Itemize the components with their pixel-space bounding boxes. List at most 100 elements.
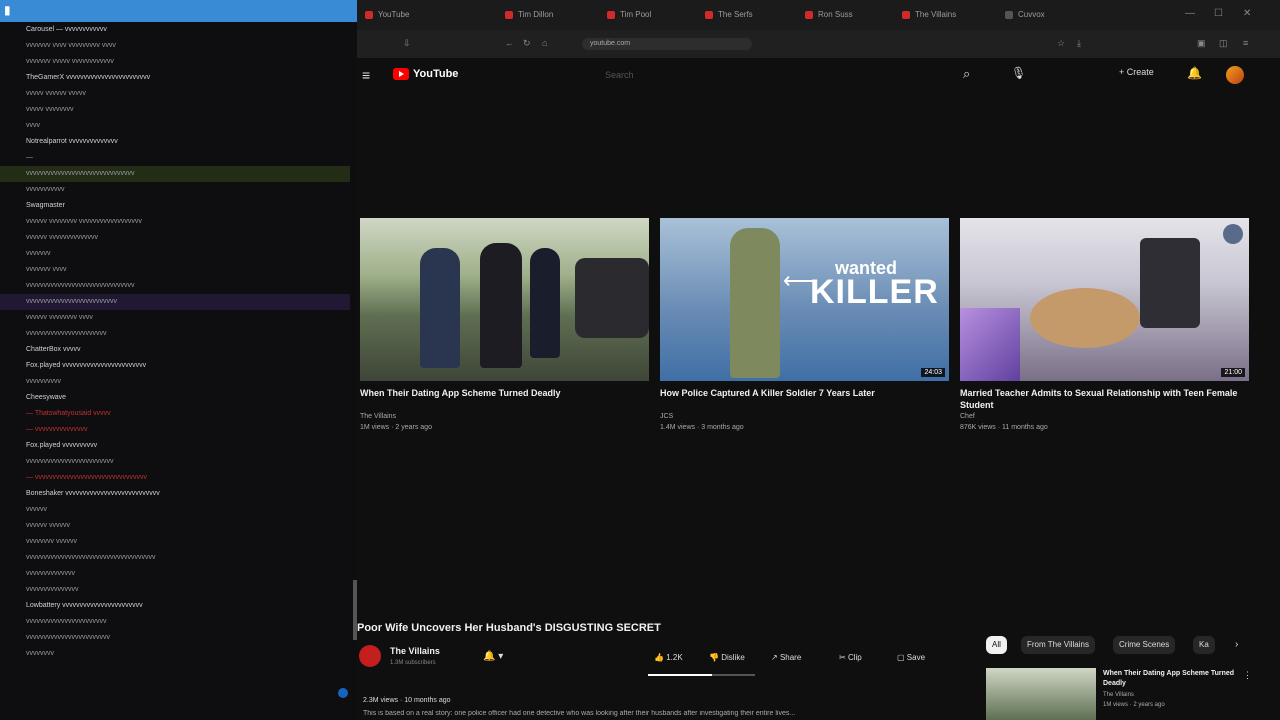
clip-label: Clip bbox=[847, 653, 862, 662]
like-button[interactable]: 👍 1.2K bbox=[654, 650, 683, 666]
end-screen-card[interactable]: ⟵ wanted KILLER 24:03 How Police Capture… bbox=[660, 218, 949, 433]
url-input[interactable]: youtube.com bbox=[582, 38, 752, 50]
chat-message: Boneshaker vvvvvvvvvvvvvvvvvvvvvvvvvvv bbox=[26, 490, 160, 497]
menu-icon[interactable]: ≡ bbox=[1243, 38, 1248, 48]
chat-message: vvvvvvvvvvvvvvvvvvvvvvvvvv bbox=[0, 294, 350, 310]
related-video-channel[interactable]: The Villains bbox=[1103, 692, 1134, 698]
download-icon[interactable]: ⤓ bbox=[1077, 38, 1081, 49]
description-text[interactable]: This is based on a real story: one polic… bbox=[363, 710, 963, 717]
video-thumbnail[interactable]: ⟵ wanted KILLER 24:03 bbox=[660, 218, 949, 381]
channel-name[interactable]: The Villains bbox=[390, 646, 440, 656]
card-meta: 876K views · 11 months ago bbox=[960, 424, 1048, 431]
youtube-logo-icon[interactable] bbox=[393, 68, 409, 80]
youtube-tab-icon bbox=[805, 10, 813, 19]
card-title[interactable]: How Police Captured A Killer Soldier 7 Y… bbox=[660, 387, 949, 411]
chat-message: TheGamerX vvvvvvvvvvvvvvvvvvvvvvvv bbox=[26, 74, 151, 81]
collections-icon[interactable]: ◫ bbox=[1219, 38, 1228, 49]
related-video-title[interactable]: When Their Dating App Scheme Turned Dead… bbox=[1103, 669, 1243, 689]
account-avatar[interactable] bbox=[1226, 66, 1244, 84]
chat-panel: ▮ Carousel — vvvvvvvvvvvv vvvvvvv vvvv vv… bbox=[0, 0, 357, 720]
extensions-icon[interactable]: ▣ bbox=[1197, 38, 1206, 49]
chat-message: vvvvvvvv vvvvvv bbox=[26, 538, 77, 545]
clip-icon: ✂ bbox=[839, 653, 846, 662]
tab-cuvvox[interactable]: Cuvvox bbox=[1005, 6, 1095, 24]
chat-message: vvvvvvvvvvvvvvvvvvvvvvv bbox=[26, 618, 107, 625]
subscribe-bell-icon[interactable]: 🔔 ▾ bbox=[483, 651, 503, 662]
tab-tim-pool[interactable]: Tim Pool bbox=[607, 6, 697, 24]
chat-message: vvvvvvvvvv bbox=[26, 378, 61, 385]
related-video-thumbnail[interactable] bbox=[986, 668, 1096, 720]
card-channel[interactable]: JCS bbox=[660, 411, 949, 422]
clip-button[interactable]: ✂ Clip bbox=[839, 650, 862, 666]
card-channel[interactable]: The Villains bbox=[360, 411, 649, 422]
tab-ron-suss[interactable]: Ron Suss bbox=[805, 6, 895, 24]
bookmark-icon[interactable]: ☆ bbox=[1057, 38, 1065, 49]
end-screen-card[interactable]: When Their Dating App Scheme Turned Dead… bbox=[360, 218, 649, 433]
chat-message: — bbox=[26, 154, 33, 161]
chip-all[interactable]: All bbox=[986, 636, 1007, 654]
end-screen-card[interactable]: 21:00 Married Teacher Admits to Sexual R… bbox=[960, 218, 1249, 433]
more-options-icon[interactable]: ⋮ bbox=[1243, 670, 1252, 681]
tab-the-villains[interactable]: The Villains bbox=[902, 6, 992, 24]
create-button[interactable]: + Create bbox=[1119, 67, 1154, 77]
notifications-bell-icon[interactable]: 🔔 bbox=[1187, 66, 1202, 80]
chat-message: vvvvvvvvvvvvvv bbox=[26, 570, 75, 577]
like-count: 1.2K bbox=[666, 653, 683, 662]
chat-message: vvvvvvv bbox=[26, 250, 51, 257]
tab-label: YouTube bbox=[378, 10, 410, 19]
share-button[interactable]: ↗ Share bbox=[771, 650, 801, 666]
tab-label: Cuvvox bbox=[1018, 10, 1045, 19]
chat-message: Swagmaster bbox=[26, 202, 65, 209]
microphone-icon[interactable]: 🎙 bbox=[1011, 66, 1026, 80]
back-icon[interactable]: ← bbox=[505, 38, 514, 48]
thumbnail-text: KILLER bbox=[810, 273, 939, 311]
chat-message: ChatterBox vvvvv bbox=[26, 346, 81, 353]
chip-more[interactable]: Ka bbox=[1193, 636, 1215, 654]
tab-bar: YouTube Tim Dillon Tim Pool The Serfs Ro… bbox=[357, 0, 1280, 30]
channel-avatar[interactable] bbox=[359, 645, 381, 667]
chat-message: Notrealparrot vvvvvvvvvvvvvv bbox=[26, 138, 118, 145]
video-title: Poor Wife Uncovers Her Husband's DISGUST… bbox=[357, 622, 661, 634]
share-icon: ↗ bbox=[771, 653, 778, 662]
card-meta: 1M views · 2 years ago bbox=[360, 424, 432, 431]
tab-youtube[interactable]: YouTube bbox=[365, 6, 453, 24]
hamburger-menu-icon[interactable]: ≡ bbox=[362, 67, 370, 83]
chat-message: vvvvvvvvvvvvvvv bbox=[26, 586, 79, 593]
dislike-button[interactable]: 👎 Dislike bbox=[709, 650, 745, 666]
card-title[interactable]: Married Teacher Admits to Sexual Relatio… bbox=[960, 387, 1249, 411]
search-icon[interactable]: ⌕ bbox=[963, 66, 970, 82]
duration-badge: 24:03 bbox=[921, 368, 945, 377]
chat-message: vvvvvvv vvvv vvvvvvvvv vvvv bbox=[26, 42, 116, 49]
youtube-brand[interactable]: YouTube bbox=[413, 68, 458, 80]
video-thumbnail[interactable]: 21:00 bbox=[960, 218, 1249, 381]
chat-status-icon[interactable] bbox=[338, 688, 348, 698]
home-icon[interactable]: ⌂ bbox=[542, 38, 547, 48]
description-meta[interactable]: 2.3M views · 10 months ago bbox=[363, 697, 451, 704]
save-button[interactable]: ▢ Save bbox=[897, 650, 925, 666]
youtube-tab-icon bbox=[607, 10, 615, 19]
tab-tim-dillon[interactable]: Tim Dillon bbox=[505, 6, 595, 24]
maximize-button[interactable]: ☐ bbox=[1214, 8, 1223, 19]
youtube-tab-icon bbox=[705, 10, 713, 19]
tab-the-serfs[interactable]: The Serfs bbox=[705, 6, 795, 24]
chip-crime-scenes[interactable]: Crime Scenes bbox=[1113, 636, 1176, 654]
sidebar-toggle-icon[interactable]: ⇩ bbox=[403, 38, 411, 49]
save-icon: ▢ bbox=[897, 653, 905, 662]
dislike-icon: 👎 bbox=[709, 653, 719, 662]
video-thumbnail[interactable] bbox=[360, 218, 649, 381]
chevron-right-icon[interactable]: › bbox=[1235, 639, 1238, 650]
chat-message: Fox.played vvvvvvvvvvvvvvvvvvvvvvvv bbox=[26, 362, 147, 369]
chat-message: vvvv bbox=[26, 122, 40, 129]
card-title[interactable]: When Their Dating App Scheme Turned Dead… bbox=[360, 387, 649, 411]
chat-message: Cheesywave bbox=[26, 394, 67, 401]
youtube-tab-icon bbox=[902, 10, 910, 19]
chip-from-channel[interactable]: From The Villains bbox=[1021, 636, 1095, 654]
minimize-button[interactable]: — bbox=[1185, 8, 1195, 19]
like-icon: 👍 bbox=[654, 653, 664, 662]
reload-icon[interactable]: ↻ bbox=[523, 38, 531, 49]
card-channel[interactable]: Chef bbox=[960, 411, 1249, 422]
close-button[interactable]: ✕ bbox=[1243, 8, 1251, 19]
search-input[interactable]: Search bbox=[597, 64, 947, 86]
window-icon[interactable]: ▮ bbox=[4, 3, 11, 17]
chat-message: Carousel — vvvvvvvvvvvv bbox=[26, 26, 107, 33]
